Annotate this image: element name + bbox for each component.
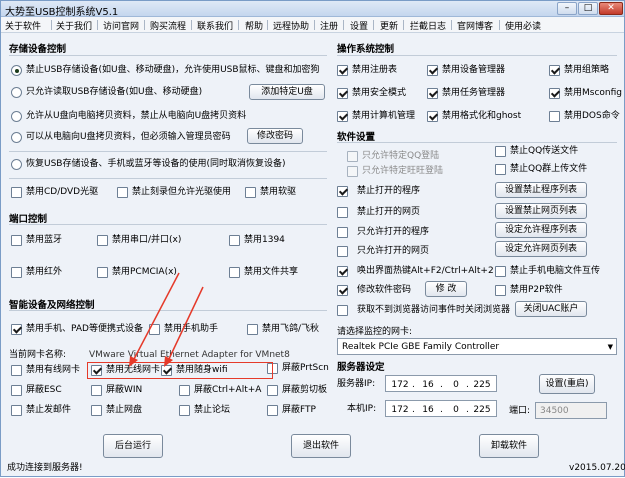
software-section-title: 软件设置 <box>337 132 376 143</box>
nic-select-value: Realtek PCIe GBE Family Controller <box>342 342 500 352</box>
server-ip-input[interactable]: 172 . 16 . 0 . 225 <box>385 375 497 392</box>
devmgr-label: 禁用设备管理器 <box>442 65 506 75</box>
status-message: 成功连接到服务器! <box>7 463 83 473</box>
divider <box>337 142 617 143</box>
allow-web-label: 只允许打开的网页 <box>357 246 430 256</box>
qq-only-label: 只允许特定QQ登陆 <box>362 151 440 161</box>
divider <box>337 55 617 56</box>
annotation-arrow-line <box>132 272 180 362</box>
gpedit-checkbox[interactable] <box>549 65 560 76</box>
phone-transfer-checkbox[interactable] <box>495 266 506 277</box>
close-uac-button[interactable]: 关闭UAC账户 <box>515 301 587 317</box>
hotkey-label: 唤出界面热键Alt+F2/Ctrl+Alt+2 <box>357 266 494 276</box>
server-ip-seg4: 225 <box>473 380 491 390</box>
taskmgr-checkbox[interactable] <box>427 88 438 99</box>
qq-group-label: 禁止QQ群上传文件 <box>510 164 588 174</box>
port-label: 端口: <box>509 406 531 416</box>
p2p-label: 禁用P2P软件 <box>510 285 563 295</box>
gpedit-label: 禁用组策略 <box>564 65 610 75</box>
local-ip-seg4: 225 <box>473 405 491 415</box>
server-ip-seg1: 172 <box>391 380 409 390</box>
exit-button[interactable]: 退出软件 <box>291 434 351 458</box>
port-value: 34500 <box>540 406 569 416</box>
local-ip-input[interactable]: 172 . 16 . 0 . 225 <box>385 400 497 417</box>
annotation-arrowhead <box>164 356 173 367</box>
devmgr-checkbox[interactable] <box>427 65 438 76</box>
pwd-checkbox[interactable] <box>337 285 348 296</box>
ip-dot: . <box>466 405 469 415</box>
nic-select-label: 请选择监控的网卡: <box>337 327 413 337</box>
dos-checkbox[interactable] <box>549 111 560 122</box>
p2p-checkbox[interactable] <box>495 285 506 296</box>
compmgmt-label: 禁用计算机管理 <box>352 111 416 121</box>
ip-dot: . <box>412 405 415 415</box>
server-section-title: 服务器设定 <box>337 362 385 373</box>
safemode-checkbox[interactable] <box>337 88 348 99</box>
qq-group-checkbox[interactable] <box>495 164 506 175</box>
qq-file-label: 禁止QQ传送文件 <box>510 146 579 156</box>
phone-transfer-label: 禁止手机电脑文件互传 <box>510 266 601 276</box>
ip-dot: . <box>466 380 469 390</box>
taskmgr-label: 禁用任务管理器 <box>442 88 506 98</box>
block-prog-checkbox[interactable] <box>337 186 348 197</box>
registry-label: 禁用注册表 <box>352 65 398 75</box>
allow-prog-checkbox[interactable] <box>337 227 348 238</box>
annotation-arrow-line <box>167 286 204 362</box>
block-web-label: 禁止打开的网页 <box>357 207 421 217</box>
run-background-button[interactable]: 后台运行 <box>103 434 163 458</box>
dos-label: 禁用DOS命令 <box>564 111 620 121</box>
block-web-checkbox[interactable] <box>337 207 348 218</box>
nic-select[interactable]: Realtek PCIe GBE Family Controller ▼ <box>337 338 617 355</box>
uninstall-button[interactable]: 卸载软件 <box>479 434 539 458</box>
local-ip-label: 本机IP: <box>347 404 377 414</box>
os-section-title: 操作系统控制 <box>337 44 395 55</box>
server-ip-seg2: 16 <box>422 380 434 390</box>
qq-file-checkbox[interactable] <box>495 146 506 157</box>
server-ip-label: 服务器IP: <box>337 379 376 389</box>
local-ip-seg2: 16 <box>422 405 434 415</box>
ip-dot: . <box>412 380 415 390</box>
ip-dot: . <box>440 380 443 390</box>
pwd-label: 修改软件密码 <box>357 285 412 295</box>
block-prog-button[interactable]: 设置禁止程序列表 <box>495 182 587 198</box>
local-ip-seg1: 172 <box>391 405 409 415</box>
reset-server-button[interactable]: 设置(重启) <box>539 374 595 394</box>
compmgmt-checkbox[interactable] <box>337 111 348 122</box>
qq-only-checkbox[interactable] <box>347 151 358 162</box>
server-ip-seg3: 0 <box>453 380 459 390</box>
modify-password-button[interactable]: 修 改 <box>425 281 467 297</box>
ww-only-checkbox[interactable] <box>347 166 358 177</box>
format-label: 禁用格式化和ghost <box>442 111 522 121</box>
main-window: 大势至USB控制系统V5.1 – □ ✕ 关于软件 关于我们 访问官网 购买流程… <box>0 0 625 477</box>
format-checkbox[interactable] <box>427 111 438 122</box>
proxy-label: 获取不到浏览器访问事件时关闭浏览器 <box>357 305 511 315</box>
block-prog-label: 禁止打开的程序 <box>357 186 421 196</box>
status-bar: 成功连接到服务器! v2015.07.20 <box>1 461 625 477</box>
block-web-button[interactable]: 设置禁止网页列表 <box>495 203 587 219</box>
ip-dot: . <box>440 405 443 415</box>
allow-web-button[interactable]: 设定允许网页列表 <box>495 241 587 257</box>
local-ip-seg3: 0 <box>453 405 459 415</box>
ww-only-label: 只允许特定旺旺登陆 <box>362 166 444 176</box>
registry-checkbox[interactable] <box>337 65 348 76</box>
version-label: v2015.07.20 <box>569 463 625 473</box>
annotation-arrowhead <box>129 356 138 367</box>
msconfig-checkbox[interactable] <box>549 88 560 99</box>
annotation-arrows <box>129 272 204 367</box>
hotkey-checkbox[interactable] <box>337 266 348 277</box>
safemode-label: 禁用安全模式 <box>352 88 407 98</box>
allow-prog-label: 只允许打开的程序 <box>357 227 430 237</box>
allow-prog-button[interactable]: 设定允许程序列表 <box>495 222 587 238</box>
chevron-down-icon[interactable]: ▼ <box>608 340 613 355</box>
msconfig-label: 禁用Msconfig <box>564 88 622 98</box>
port-input[interactable]: 34500 <box>535 402 607 419</box>
proxy-checkbox[interactable] <box>337 305 348 316</box>
allow-web-checkbox[interactable] <box>337 246 348 257</box>
